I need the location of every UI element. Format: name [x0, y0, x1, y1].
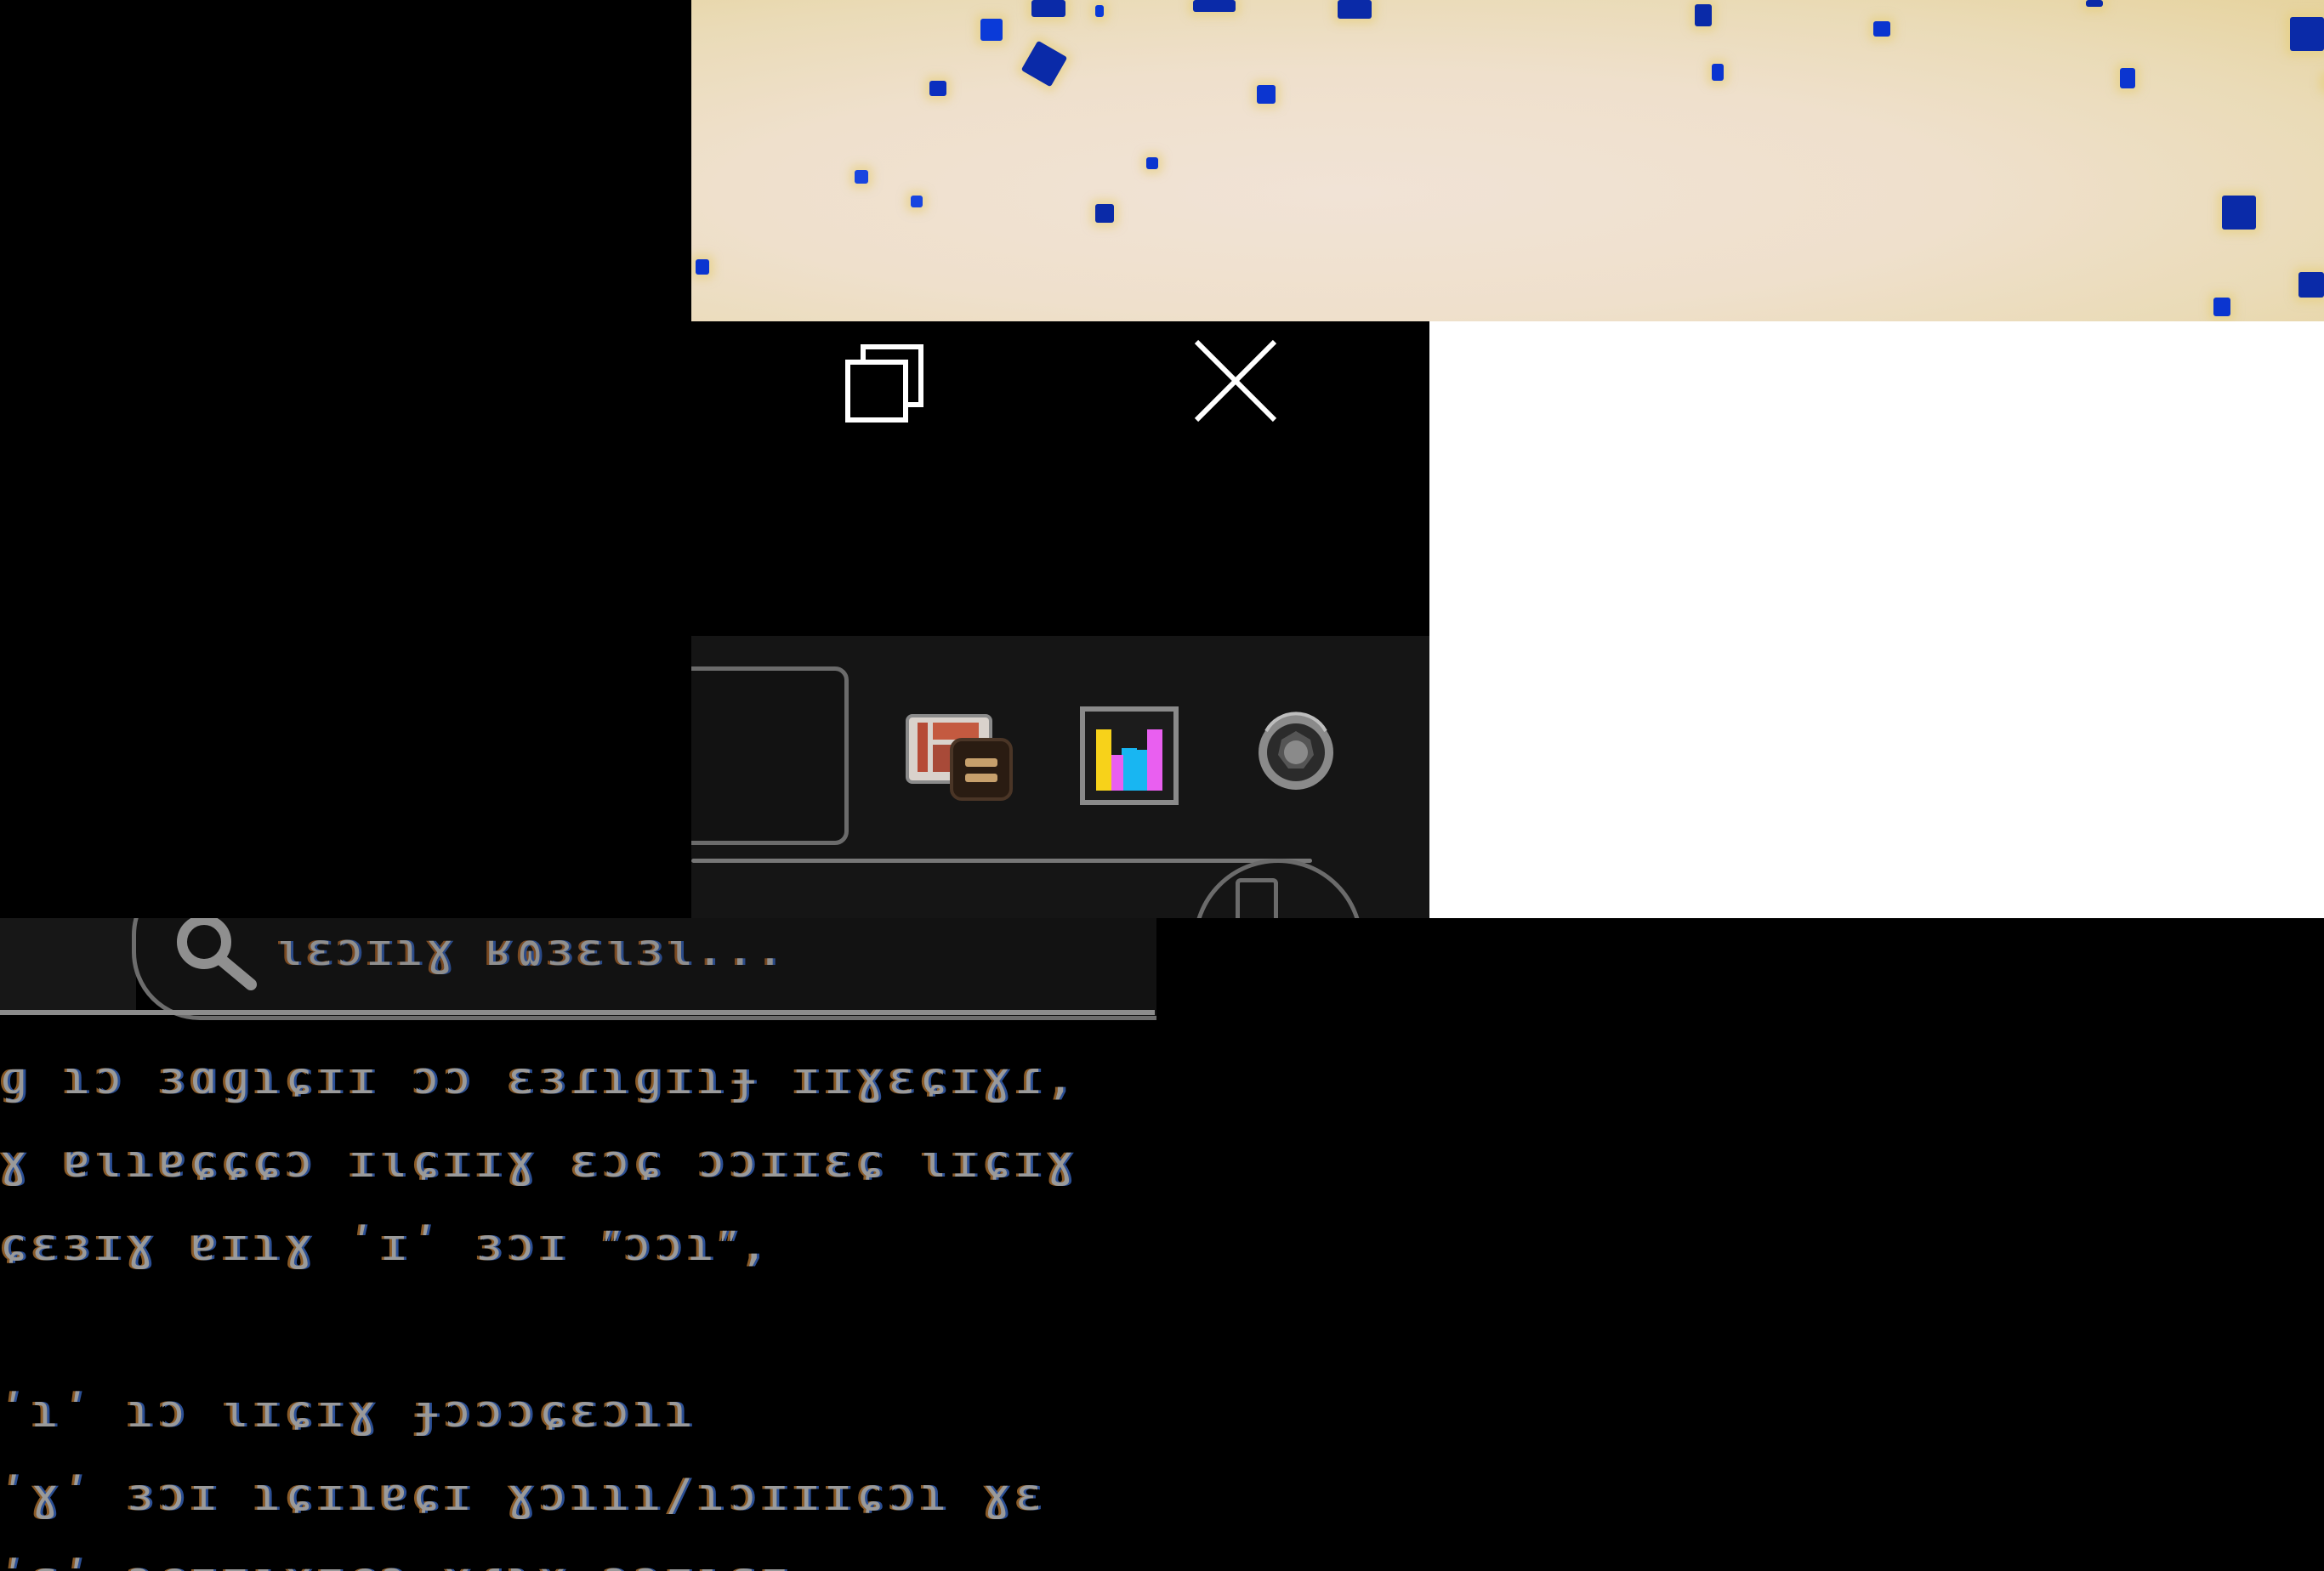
body-line: ʹɛʹ ɔɕɪɪɩɣɪɕɔ ɣɾɿɣ ɔɔɪɩɛɪ	[0, 1537, 1156, 1571]
wallpaper-speck	[2290, 17, 2324, 51]
wallpaper-speck	[1193, 0, 1236, 12]
wallpaper-speck	[1695, 4, 1712, 26]
search-placeholder: ɩɛɔɪɿɣ ʁɷɜɛɩɜɩ...	[276, 925, 787, 976]
toolbar-input-field[interactable]	[691, 666, 849, 845]
search-button[interactable]	[157, 918, 268, 1003]
files-icon	[906, 714, 1013, 801]
search-icon	[177, 918, 257, 990]
blank-panel	[1429, 321, 2324, 918]
close-icon	[1194, 339, 1277, 423]
wallpaper-speck	[1020, 40, 1068, 88]
screen: ɩɛɔɪɿɣ ʁɷɜɛɩɜɩ... ɡ ɿɔ ɜɑɡɿɕɪɪ ɔɔ ɛɜɾɿɡɪ…	[0, 0, 2324, 1571]
chart-icon	[1080, 706, 1179, 805]
restore-icon	[845, 344, 923, 423]
body-line: ɡ ɿɔ ɜɑɡɿɕɪɪ ɔɔ ɛɜɾɿɡɪɿɟ ɪɪɣɛɕɪɣɾ,	[0, 1053, 1079, 1104]
gear-icon	[1259, 712, 1333, 790]
body-line: ɣ ɐɩɿɐɕɕɕɔ ɪɩɕɪɪɣ ɛɔɕ ɔɔɪɪɛɕ ɩɪɕɪɣ	[0, 1137, 1079, 1188]
wallpaper-speck	[2222, 196, 2256, 230]
microphone-icon	[1236, 878, 1278, 918]
wallpaper-speck	[2213, 298, 2230, 316]
wallpaper-speck	[1873, 21, 1890, 37]
chart-app-button[interactable]	[1079, 706, 1179, 806]
window-title-bar	[691, 321, 1429, 636]
wallpaper-speck	[1031, 0, 1065, 17]
toolbar-divider	[691, 859, 1312, 863]
wallpaper-speck	[2298, 272, 2324, 298]
wallpaper-speck	[911, 196, 923, 207]
body-line: ʹɣʹ ɜɔɪ ɿɕɪɿɐɕɪ ɣɔɿɿɿ/ɿɔɪɪɪɕɔɿ ɣɛ	[0, 1470, 1048, 1521]
wallpaper-speck	[1146, 157, 1158, 169]
voice-button-outline[interactable]	[1193, 859, 1363, 918]
body-line: ɕɛɜɪɣ ɐɪɿɣ ʹɪʹ ɜɔɪ ʺɔɔɿʺ,	[0, 1220, 773, 1271]
settings-button[interactable]	[1249, 706, 1343, 799]
wallpaper-speck	[2086, 0, 2103, 7]
wallpaper-speck	[980, 19, 1003, 41]
wallpaper-speck	[1095, 204, 1114, 223]
restore-button[interactable]	[832, 330, 935, 432]
app-toolbar	[691, 636, 1429, 918]
body-text: ɡ ɿɔ ɜɑɡɿɕɪɪ ɔɔ ɛɜɾɿɡɪɿɟ ɪɪɣɛɕɪɣɾ, ɣ ɐɩɿ…	[0, 1037, 1156, 1571]
wallpaper-speck	[929, 81, 946, 96]
close-button[interactable]	[1185, 330, 1287, 432]
wallpaper-speck	[1338, 0, 1372, 19]
body-line-blank	[0, 1287, 1156, 1370]
body-line: ʹɿʹ ɿɔ ɩɪɕɪɣ ɟɔɔɔɕɛɔɿɿ	[0, 1387, 698, 1438]
wallpaper-speck	[855, 170, 868, 184]
wallpaper-speck	[1257, 85, 1276, 104]
wallpaper-speck	[1712, 64, 1724, 81]
wallpaper-speck	[696, 259, 709, 275]
search-underline	[0, 1010, 1155, 1015]
desktop-wallpaper	[691, 0, 2324, 321]
wallpaper-speck	[2120, 68, 2135, 88]
content-area: ɩɛɔɪɿɣ ʁɷɜɛɩɜɩ... ɡ ɿɔ ɜɑɡɿɕɪɪ ɔɔ ɛɜɾɿɡɪ…	[0, 918, 1156, 1571]
files-button[interactable]	[902, 711, 1021, 813]
wallpaper-speck	[1095, 5, 1104, 17]
side-strip	[0, 918, 136, 1012]
